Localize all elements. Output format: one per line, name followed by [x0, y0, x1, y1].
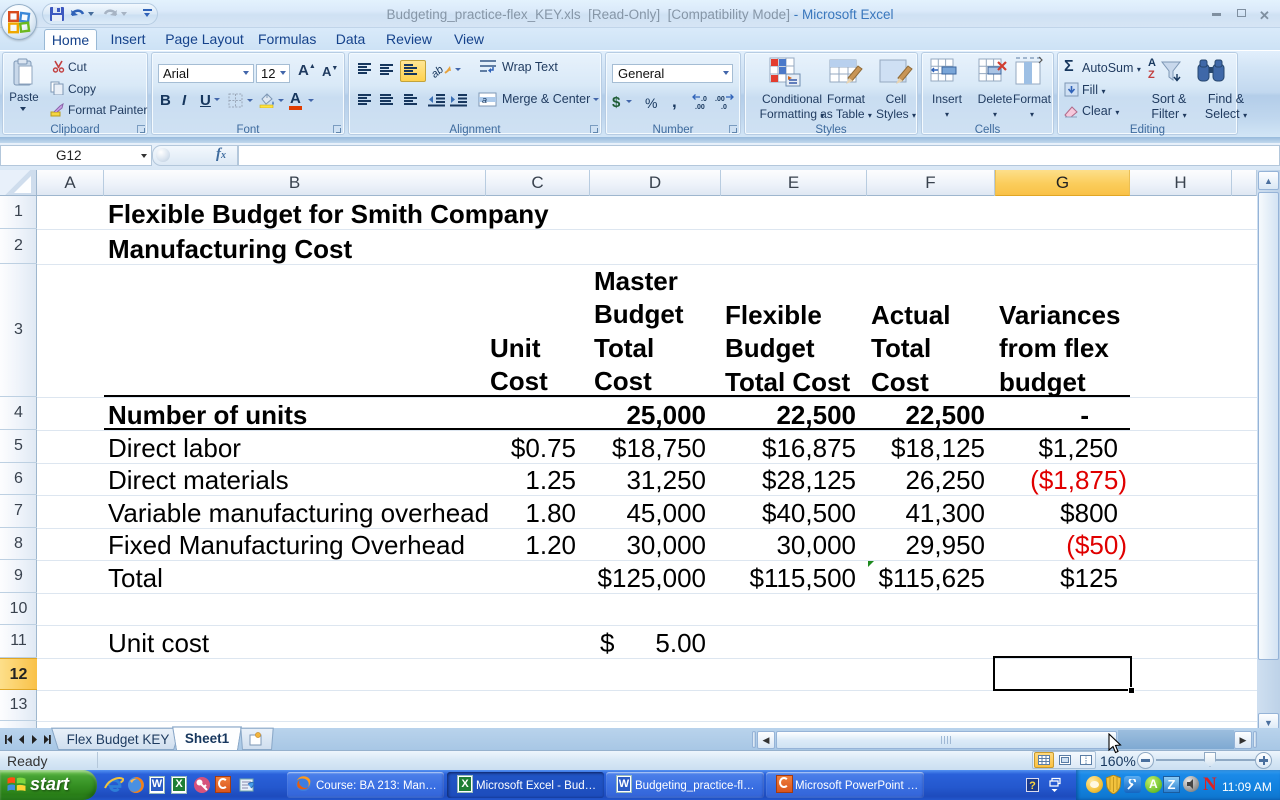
- svg-text:a: a: [482, 95, 487, 105]
- svg-text:.00: .00: [715, 96, 725, 103]
- svg-text:ab: ab: [432, 64, 446, 79]
- svg-text:.0: .0: [721, 104, 727, 110]
- svg-text:.00: .00: [695, 104, 705, 110]
- svg-text:.0: .0: [701, 96, 707, 103]
